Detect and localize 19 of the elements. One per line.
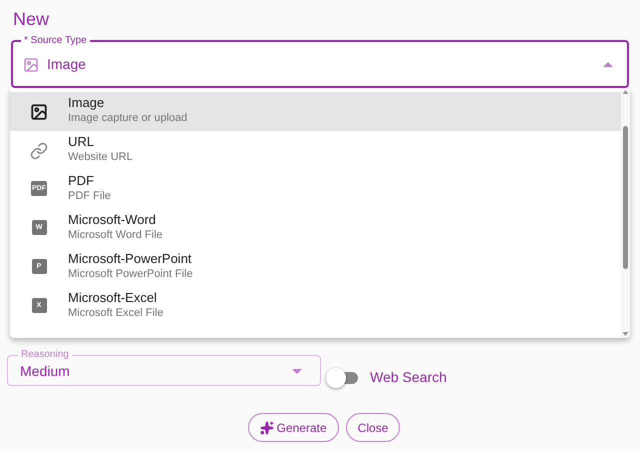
web-search-switch[interactable] (326, 368, 360, 388)
select-value: Image (47, 55, 86, 74)
close-button[interactable]: Close (346, 413, 400, 442)
field-label: Reasoning (20, 349, 70, 361)
select-value: Medium (20, 362, 70, 381)
menu-option[interactable]: Image Image capture or upload (10, 92, 621, 131)
reasoning-select[interactable]: Reasoning Medium (7, 349, 321, 386)
link-icon (30, 142, 48, 160)
sparkle-icon (260, 420, 274, 434)
caret-up-icon (603, 62, 613, 67)
image-icon (23, 56, 39, 72)
caret-down-icon (292, 369, 302, 374)
generate-button[interactable]: Generate (248, 413, 339, 442)
switch-label: Web Search (370, 368, 447, 387)
field-label: * Source Type (23, 35, 88, 47)
dialog-title: New (13, 8, 50, 31)
scrollbar[interactable] (621, 88, 630, 338)
source-type-select[interactable]: * Source Type Image (11, 35, 629, 88)
image-icon (30, 103, 48, 121)
